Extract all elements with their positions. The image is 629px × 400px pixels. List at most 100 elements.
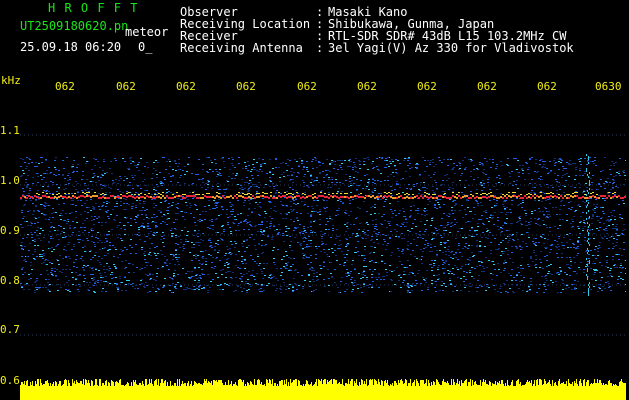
noise-pixel	[601, 265, 603, 266]
noise-pixel	[118, 234, 120, 235]
level-bar	[215, 381, 216, 400]
noise-pixel	[310, 240, 312, 241]
noise-pixel	[78, 235, 80, 236]
noise-pixel	[137, 193, 139, 194]
noise-pixel	[516, 180, 518, 181]
noise-pixel	[114, 196, 116, 197]
noise-pixel	[572, 221, 574, 222]
noise-pixel	[43, 205, 45, 206]
level-bar	[259, 380, 260, 400]
signal-pixel	[256, 193, 258, 194]
noise-pixel	[214, 266, 216, 267]
noise-pixel	[242, 259, 244, 260]
signal-pixel	[562, 197, 564, 199]
noise-pixel	[434, 227, 436, 228]
noise-pixel	[579, 206, 581, 207]
noise-pixel	[368, 181, 370, 182]
level-bar	[42, 385, 43, 400]
noise-pixel	[608, 221, 610, 222]
noise-pixel	[67, 244, 69, 245]
noise-pixel	[103, 202, 105, 203]
noise-pixel	[303, 255, 305, 256]
noise-pixel	[275, 192, 277, 193]
noise-pixel	[247, 279, 249, 280]
noise-pixel	[545, 208, 547, 209]
noise-pixel	[396, 231, 398, 232]
noise-pixel	[126, 178, 128, 179]
noise-pixel	[27, 184, 29, 185]
noise-pixel	[258, 243, 260, 244]
noise-pixel	[384, 241, 386, 242]
signal-pixel	[130, 195, 132, 197]
noise-pixel	[310, 214, 312, 215]
noise-pixel	[376, 239, 378, 240]
noise-pixel	[424, 224, 426, 225]
noise-pixel	[99, 209, 101, 210]
noise-pixel	[469, 260, 471, 261]
noise-pixel	[175, 254, 177, 255]
noise-pixel	[372, 161, 374, 162]
noise-pixel	[73, 266, 75, 267]
noise-pixel	[336, 236, 338, 237]
noise-pixel	[622, 230, 624, 231]
signal-pixel	[484, 196, 486, 198]
noise-pixel	[227, 264, 229, 265]
noise-pixel	[454, 219, 456, 220]
noise-pixel	[249, 224, 251, 225]
noise-pixel	[65, 184, 67, 185]
noise-pixel	[282, 205, 284, 206]
noise-pixel	[577, 241, 579, 242]
noise-pixel	[345, 210, 347, 211]
noise-pixel	[506, 212, 508, 213]
noise-pixel	[556, 241, 558, 242]
noise-pixel	[20, 166, 22, 167]
noise-pixel	[304, 237, 306, 238]
noise-pixel	[388, 223, 390, 224]
noise-pixel	[53, 249, 55, 250]
noise-pixel	[425, 247, 427, 248]
noise-pixel	[331, 182, 333, 183]
noise-pixel	[21, 210, 23, 211]
noise-pixel	[177, 282, 179, 283]
noise-pixel	[503, 283, 505, 284]
noise-pixel	[301, 275, 303, 276]
noise-pixel	[380, 193, 382, 194]
noise-pixel	[598, 230, 600, 231]
noise-pixel	[156, 194, 158, 195]
level-bar	[279, 381, 280, 400]
noise-pixel	[172, 202, 174, 203]
noise-pixel	[219, 285, 221, 286]
noise-pixel	[604, 188, 606, 189]
signal-pixel	[250, 197, 252, 199]
noise-pixel	[216, 176, 218, 177]
noise-pixel	[303, 241, 305, 242]
noise-pixel	[172, 254, 174, 255]
noise-pixel	[596, 270, 598, 271]
noise-pixel	[29, 243, 31, 244]
noise-pixel	[578, 159, 580, 160]
noise-pixel	[211, 219, 213, 220]
signal-pixel	[368, 195, 370, 197]
noise-pixel	[486, 284, 488, 285]
noise-pixel	[526, 163, 528, 164]
noise-pixel	[105, 255, 107, 256]
level-bar	[178, 386, 179, 400]
noise-pixel	[508, 236, 510, 237]
noise-pixel	[500, 255, 502, 256]
signal-pixel	[614, 195, 616, 197]
signal-pixel	[532, 195, 534, 197]
noise-pixel	[347, 222, 349, 223]
noise-pixel	[483, 169, 485, 170]
signal-pixel	[46, 193, 48, 194]
level-bar	[28, 386, 29, 400]
noise-pixel	[261, 222, 263, 223]
noise-pixel	[188, 271, 190, 272]
noise-pixel	[587, 161, 589, 162]
noise-pixel	[117, 291, 119, 292]
noise-pixel	[374, 226, 376, 227]
noise-pixel	[417, 164, 419, 165]
signal-pixel	[282, 195, 284, 197]
noise-pixel	[436, 254, 438, 255]
noise-pixel	[271, 218, 273, 219]
noise-pixel	[242, 246, 244, 247]
